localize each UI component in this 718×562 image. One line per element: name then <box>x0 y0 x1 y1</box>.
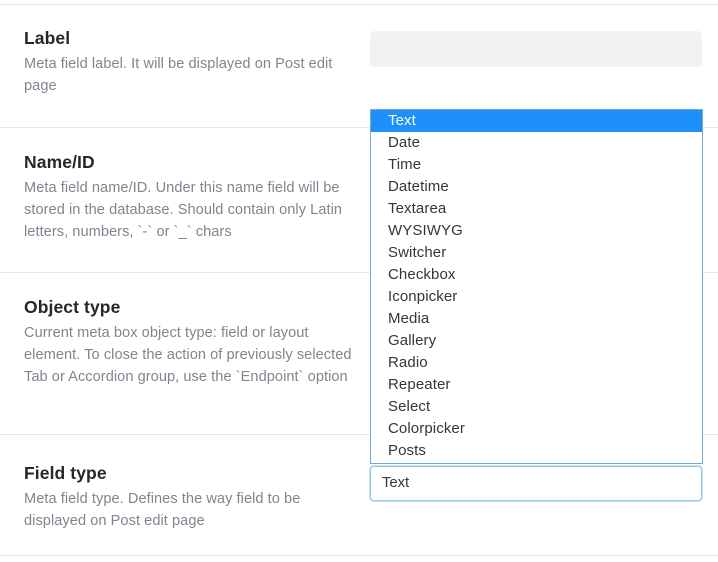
field-type-option-text[interactable]: Text <box>371 110 702 132</box>
label-column-object-type: Object type Current meta box object type… <box>24 297 354 388</box>
row-title-field-type: Field type <box>24 463 354 485</box>
field-settings-panel: Label Meta field label. It will be displ… <box>0 0 718 562</box>
row-title-label: Label <box>24 28 354 50</box>
row-title-object-type: Object type <box>24 297 354 319</box>
row-description-name-id: Meta field name/ID. Under this name fiel… <box>24 177 354 244</box>
label-column-field-type: Field type Meta field type. Defines the … <box>24 463 354 532</box>
field-type-option-datetime[interactable]: Datetime <box>371 176 702 198</box>
row-description-object-type: Current meta box object type: field or l… <box>24 322 354 389</box>
divider-bottom <box>0 555 718 556</box>
field-type-option-colorpicker[interactable]: Colorpicker <box>371 418 702 440</box>
field-type-option-media[interactable]: Media <box>371 308 702 330</box>
field-type-option-switcher[interactable]: Switcher <box>371 242 702 264</box>
field-type-option-select[interactable]: Select <box>371 396 702 418</box>
field-type-option-iconpicker[interactable]: Iconpicker <box>371 286 702 308</box>
field-type-option-gallery[interactable]: Gallery <box>371 330 702 352</box>
row-description-label: Meta field label. It will be displayed o… <box>24 53 354 97</box>
field-type-option-textarea[interactable]: Textarea <box>371 198 702 220</box>
field-type-option-wysiwyg[interactable]: WYSIWYG <box>371 220 702 242</box>
field-type-dropdown-listbox[interactable]: Text Date Time Datetime Textarea WYSIWYG… <box>370 109 703 464</box>
row-description-field-type: Meta field type. Defines the way field t… <box>24 488 354 532</box>
field-type-option-repeater[interactable]: Repeater <box>371 374 702 396</box>
field-type-option-date[interactable]: Date <box>371 132 702 154</box>
field-type-option-posts[interactable]: Posts <box>371 440 702 462</box>
field-type-select-input[interactable]: Text <box>370 466 702 501</box>
field-type-option-list: Text Date Time Datetime Textarea WYSIWYG… <box>371 110 702 462</box>
label-input[interactable] <box>370 31 702 67</box>
field-type-option-radio[interactable]: Radio <box>371 352 702 374</box>
row-title-name-id: Name/ID <box>24 152 354 174</box>
field-type-option-time[interactable]: Time <box>371 154 702 176</box>
label-column-label: Label Meta field label. It will be displ… <box>24 28 354 97</box>
field-type-option-checkbox[interactable]: Checkbox <box>371 264 702 286</box>
label-column-name-id: Name/ID Meta field name/ID. Under this n… <box>24 152 354 243</box>
